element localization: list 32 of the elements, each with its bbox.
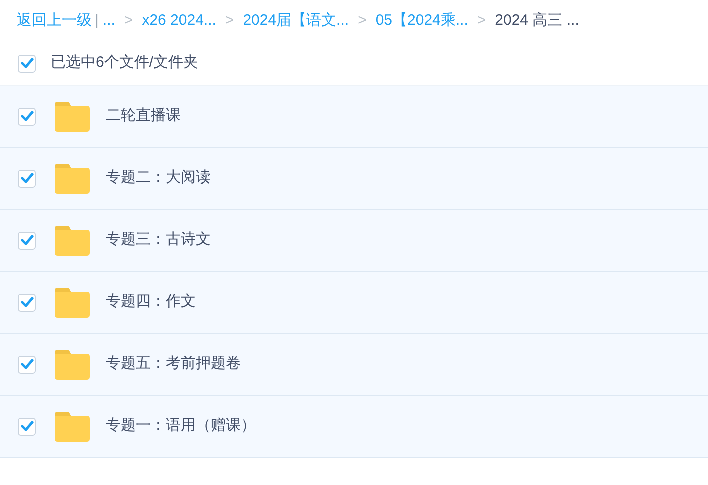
folder-name: 专题一：语用（赠课） — [106, 416, 256, 436]
file-row[interactable]: 专题三：古诗文 — [0, 210, 708, 272]
folder-name: 专题二：大阅读 — [106, 168, 211, 188]
checkbox[interactable] — [18, 170, 36, 188]
chevron: > — [477, 10, 486, 31]
folder-icon — [53, 102, 90, 132]
file-row[interactable]: 专题四：作文 — [0, 272, 708, 334]
checkbox[interactable] — [18, 418, 36, 436]
checkbox[interactable] — [18, 108, 36, 126]
separator: | — [95, 10, 99, 31]
chevron: > — [124, 10, 134, 31]
file-row[interactable]: 专题二：大阅读 — [0, 148, 708, 210]
file-row[interactable]: 专题五：考前押题卷 — [0, 334, 708, 396]
checkbox[interactable] — [18, 54, 36, 72]
file-row[interactable]: 二轮直播课 — [0, 86, 708, 148]
current-folder-title: 2024 高三 ... — [495, 10, 580, 31]
folder-icon — [53, 288, 90, 318]
folder-name: 专题五：考前押题卷 — [106, 354, 241, 374]
checkbox[interactable] — [18, 294, 36, 312]
folder-name: 二轮直播课 — [106, 106, 181, 126]
chevron: > — [225, 10, 234, 31]
checkbox[interactable] — [18, 356, 36, 374]
folder-icon — [53, 226, 90, 256]
selection-count: 已选中6个文件/文件夹 — [51, 53, 199, 74]
folder-icon — [53, 350, 90, 380]
file-row[interactable]: 专题一：语用（赠课） — [0, 396, 708, 458]
folder-icon — [53, 412, 90, 442]
checkbox[interactable] — [18, 232, 36, 250]
folder-name: 专题四：作文 — [106, 292, 196, 312]
chevron: > — [358, 10, 367, 31]
folder-icon — [53, 164, 90, 194]
folder-name: 专题三：古诗文 — [106, 230, 211, 250]
